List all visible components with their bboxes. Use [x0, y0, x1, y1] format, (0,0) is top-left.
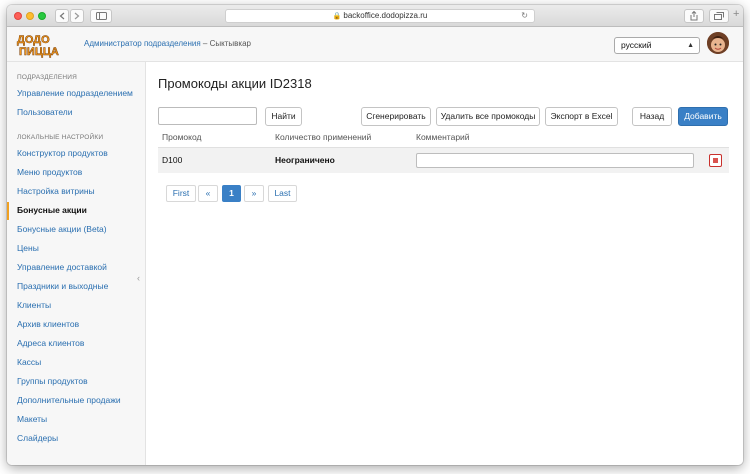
back-nav-button[interactable] — [55, 9, 69, 23]
sidebar-item-bonus-actions[interactable]: Бонусные акции — [17, 205, 87, 215]
sidebar-item-additional-sales[interactable]: Дополнительные продажи — [17, 395, 121, 405]
sidebar-item-product-menu[interactable]: Меню продуктов — [17, 167, 82, 177]
sidebar-icon — [95, 12, 107, 20]
sidebar-item-holidays[interactable]: Праздники и выходные — [17, 281, 108, 291]
pagination-first[interactable]: First — [166, 185, 196, 202]
sidebar-item-clients[interactable]: Клиенты — [17, 300, 51, 310]
page-title: Промокоды акции ID2318 — [158, 76, 312, 91]
address-bar[interactable]: 🔒 backoffice.dodopizza.ru ↻ — [225, 9, 535, 23]
pagination-prev[interactable]: « — [198, 185, 218, 202]
table-row: D100 Неограничено — [158, 147, 729, 173]
language-select[interactable]: русский ▲ — [614, 37, 700, 54]
sidebar-item-product-builder[interactable]: Конструктор продуктов — [17, 148, 108, 158]
main-content: Промокоды акции ID2318 Найти Сгенерирова… — [147, 62, 743, 465]
sidebar-toggle-button[interactable] — [90, 9, 112, 23]
column-header-uses: Количество применений — [275, 132, 372, 142]
pagination-next[interactable]: » — [244, 185, 264, 202]
delete-all-codes-button[interactable]: Удалить все промокоды — [436, 107, 540, 126]
column-header-comment: Комментарий — [416, 132, 470, 142]
pagination-last[interactable]: Last — [268, 185, 297, 202]
app-header: ДОДО ПИЦЦА Администратор подразделения –… — [7, 27, 743, 62]
sidebar-item-product-groups[interactable]: Группы продуктов — [17, 376, 88, 386]
sidebar-item-cash-registers[interactable]: Кассы — [17, 357, 41, 367]
minimize-window-button[interactable] — [26, 12, 34, 20]
sidebar-item-unit-management[interactable]: Управление подразделением — [17, 88, 133, 98]
active-item-marker — [7, 202, 9, 220]
sidebar-item-bonus-actions-beta[interactable]: Бонусные акции (Beta) — [17, 224, 107, 234]
column-header-code: Промокод — [162, 132, 202, 142]
sidebar-item-prices[interactable]: Цены — [17, 243, 39, 253]
pagination-page-1[interactable]: 1 — [222, 185, 241, 202]
collapse-sidebar-icon[interactable]: ‹ — [137, 273, 140, 283]
export-excel-button[interactable]: Экспорт в Excel — [545, 107, 618, 126]
chevron-right-icon — [74, 12, 80, 20]
breadcrumb-separator: – — [200, 39, 210, 48]
zoom-window-button[interactable] — [38, 12, 46, 20]
svg-text:ДОДО: ДОДО — [17, 34, 50, 46]
sidebar-section-local-settings: ЛОКАЛЬНЫЕ НАСТРОЙКИ — [17, 134, 104, 141]
lock-icon: 🔒 — [332, 13, 342, 20]
delete-icon — [713, 158, 718, 163]
back-button[interactable]: Назад — [632, 107, 672, 126]
reload-icon[interactable]: ↻ — [521, 10, 528, 22]
new-tab-button[interactable]: + — [733, 8, 739, 20]
sidebar-item-clients-archive[interactable]: Архив клиентов — [17, 319, 79, 329]
browser-toolbar: 🔒 backoffice.dodopizza.ru ↻ + — [7, 5, 743, 27]
city-name: Сыктывкар — [209, 39, 251, 48]
browser-window: 🔒 backoffice.dodopizza.ru ↻ + ДОДО ПИЦЦА … — [7, 5, 743, 465]
sidebar-item-sliders[interactable]: Слайдеры — [17, 433, 58, 443]
select-arrows-icon: ▲ — [687, 42, 694, 49]
sidebar-item-client-addresses[interactable]: Адреса клиентов — [17, 338, 84, 348]
svg-text:ПИЦЦА: ПИЦЦА — [19, 46, 59, 58]
promo-code-cell: D100 — [162, 155, 183, 165]
sidebar-section-units: ПОДРАЗДЕЛЕНИЯ — [17, 74, 78, 81]
delete-row-button[interactable] — [709, 154, 722, 167]
generate-button[interactable]: Сгенерировать — [361, 107, 431, 126]
language-value: русский — [621, 40, 652, 50]
sidebar-item-layouts[interactable]: Макеты — [17, 414, 47, 424]
sidebar-item-showcase-settings[interactable]: Настройка витрины — [17, 186, 95, 196]
search-input[interactable] — [158, 107, 257, 125]
role-link[interactable]: Администратор подразделения — [84, 39, 201, 48]
chevron-left-icon — [59, 12, 65, 20]
uses-count-cell: Неограничено — [275, 155, 335, 165]
share-icon — [690, 10, 698, 21]
close-window-button[interactable] — [14, 12, 22, 20]
forward-nav-button[interactable] — [70, 9, 84, 23]
sidebar-item-delivery-management[interactable]: Управление доставкой — [17, 262, 107, 272]
user-photo — [707, 32, 729, 54]
find-button[interactable]: Найти — [265, 107, 302, 126]
tabs-icon — [714, 12, 724, 20]
comment-input[interactable] — [416, 153, 694, 168]
dodo-pizza-logo[interactable]: ДОДО ПИЦЦА — [16, 32, 76, 58]
url-text: backoffice.dodopizza.ru — [343, 11, 428, 20]
tabs-overview-button[interactable] — [709, 9, 729, 23]
share-button[interactable] — [684, 9, 704, 23]
avatar[interactable] — [707, 32, 729, 54]
sidebar-item-users[interactable]: Пользователи — [17, 107, 72, 117]
role-breadcrumb: Администратор подразделения – Сыктывкар — [84, 39, 251, 48]
sidebar: ПОДРАЗДЕЛЕНИЯ Управление подразделением … — [7, 62, 146, 465]
add-button[interactable]: Добавить — [678, 107, 728, 126]
